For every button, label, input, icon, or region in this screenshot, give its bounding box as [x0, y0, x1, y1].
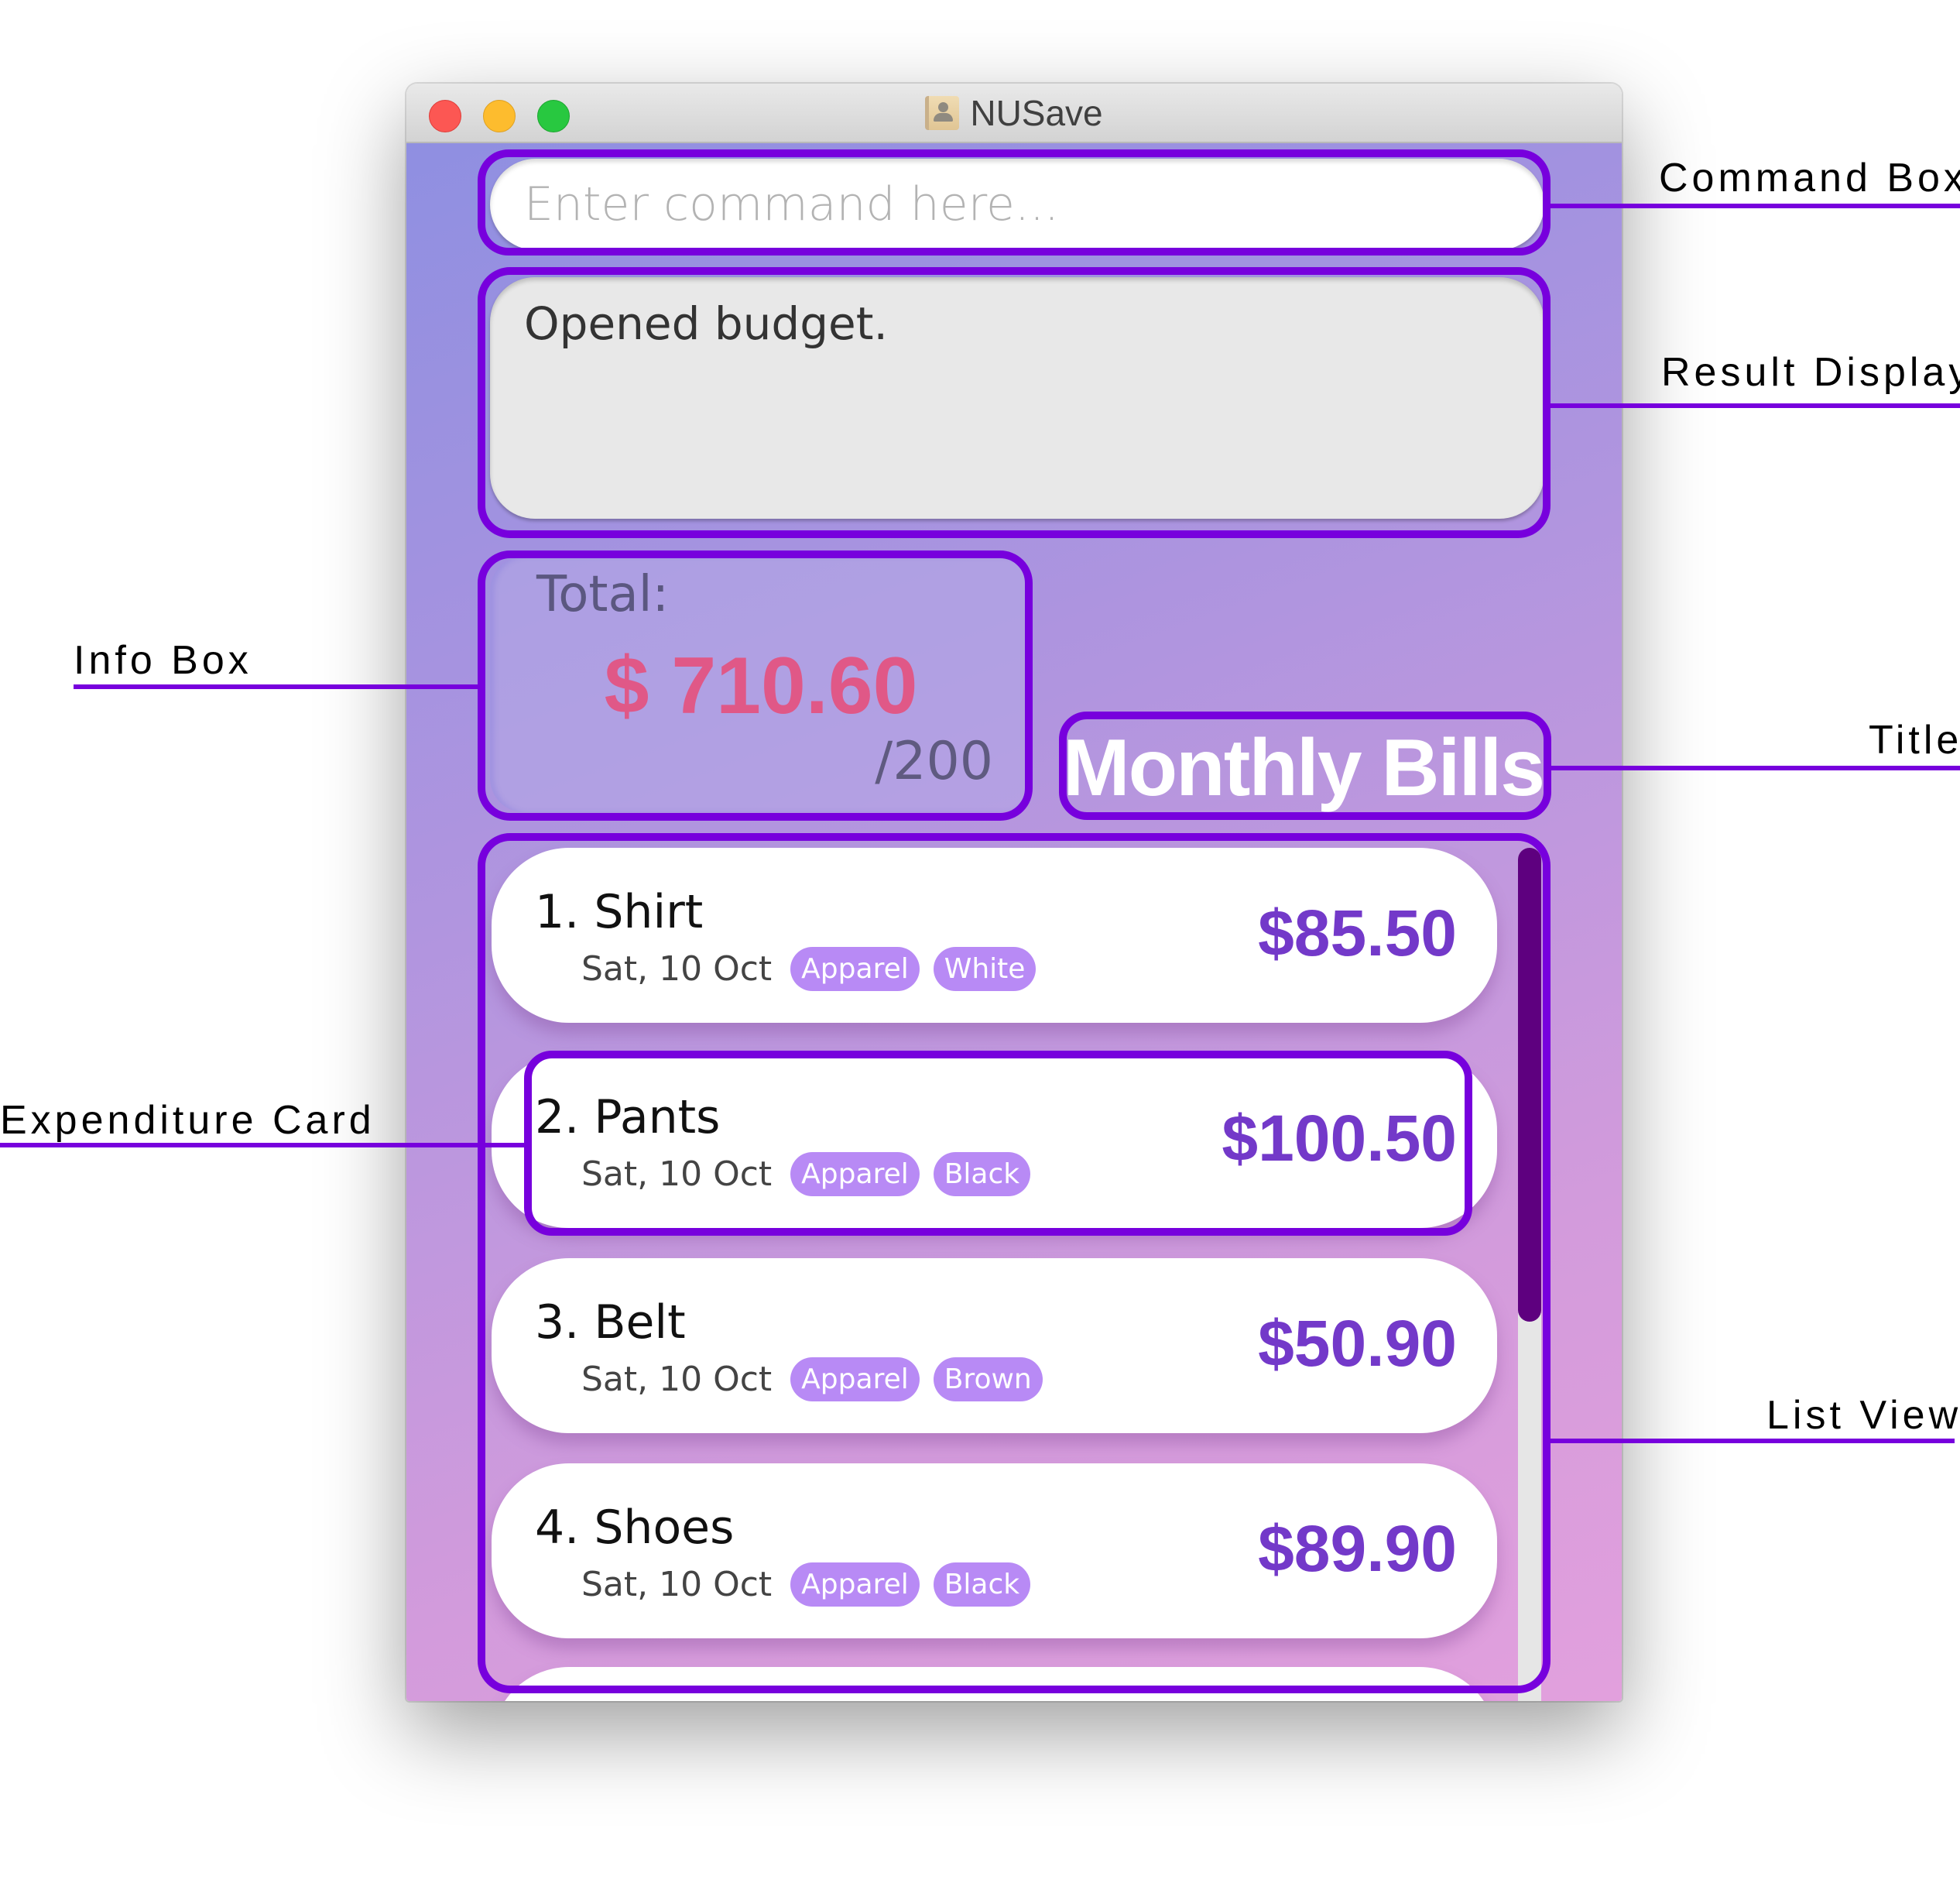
annotation-label-title: Title: [1869, 718, 1960, 763]
annotation-label-info: Info Box: [74, 638, 252, 683]
annotation-line-info: [74, 684, 481, 689]
window-title: NUSave: [970, 92, 1103, 133]
contacts-book-icon: [925, 95, 960, 130]
annotation-box-info: [478, 550, 1033, 821]
annotation-label-list: List View: [1766, 1393, 1960, 1438]
annotation-box-command: [478, 149, 1551, 256]
title-bar: NUSave: [406, 84, 1622, 143]
annotation-label-command: Command Box: [1659, 156, 1960, 201]
annotation-line-title: [1551, 766, 1960, 770]
annotation-label-card: Expenditure Card: [0, 1098, 375, 1143]
annotation-label-result: Result Display: [1661, 350, 1960, 395]
annotation-line-command: [1551, 204, 1960, 208]
annotation-line-result: [1551, 403, 1960, 408]
annotation-line-list: [1551, 1439, 1955, 1443]
annotation-box-card: [524, 1051, 1472, 1236]
annotation-box-list: [478, 833, 1551, 1693]
annotation-box-result: [478, 267, 1551, 538]
annotation-box-title: [1059, 712, 1551, 820]
